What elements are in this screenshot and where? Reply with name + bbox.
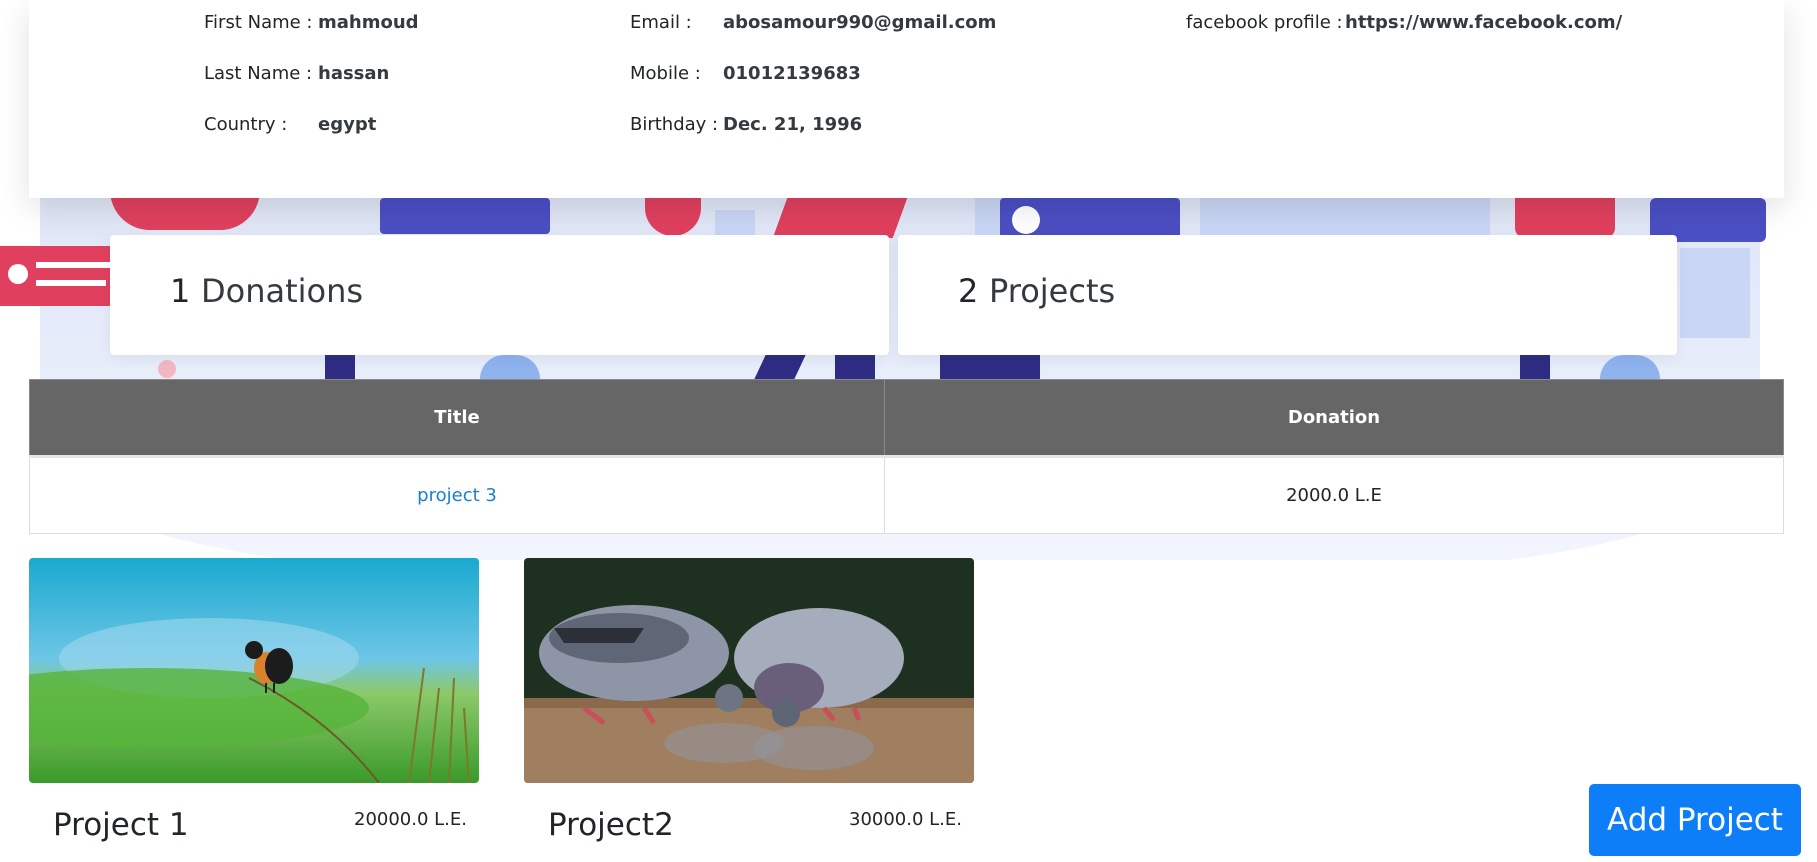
decor-person-shape — [1515, 198, 1615, 238]
mobile-label: Mobile : — [630, 63, 701, 84]
header-donation: Donation — [884, 379, 1784, 457]
donations-table: Title Donation project 3 2000.0 L.E — [29, 379, 1784, 534]
project-2-amount: 30000.0 L.E. — [849, 809, 963, 830]
decor-building — [1680, 248, 1750, 338]
projects-label: Projects — [989, 272, 1116, 310]
decor-leg — [325, 355, 355, 379]
project-link[interactable]: project 3 — [417, 485, 497, 506]
facebook-label: facebook profile : — [1186, 12, 1343, 33]
birthday-label: Birthday : — [630, 114, 719, 135]
header-title: Title — [29, 379, 885, 457]
first-name-label: First Name : — [204, 12, 313, 33]
email-label: Email : — [630, 12, 692, 33]
project-1-name[interactable]: Project 1 — [53, 804, 189, 846]
table-cell-title: project 3 — [29, 455, 885, 534]
projects-stat-card: 2 Projects — [898, 235, 1677, 355]
projects-count: 2 — [958, 272, 979, 310]
donations-label: Donations — [201, 272, 364, 310]
table-cell-donation: 2000.0 L.E — [884, 455, 1784, 534]
donations-stat-card: 1 Donations — [110, 235, 889, 355]
profile-card: First Name : mahmoud Last Name : hassan … — [29, 0, 1784, 198]
user-icon — [1012, 206, 1040, 234]
table-header-row: Title Donation — [29, 379, 1784, 457]
decor-line — [36, 280, 106, 286]
decor-leg — [835, 355, 875, 379]
decor-person-shape — [772, 198, 908, 238]
project-1-amount: 20000.0 L.E. — [354, 809, 468, 830]
mobile-value: 01012139683 — [723, 63, 861, 84]
decor-dot — [158, 360, 176, 378]
last-name-value: hassan — [318, 63, 390, 84]
project-image-pigeons[interactable] — [524, 558, 974, 783]
table-row: project 3 2000.0 L.E — [29, 455, 1784, 534]
decor-building — [1200, 198, 1490, 238]
decor-screen — [940, 355, 1040, 379]
email-value: abosamour990@gmail.com — [723, 12, 997, 33]
donations-count: 1 — [170, 272, 191, 310]
first-name-value: mahmoud — [318, 12, 419, 33]
last-name-label: Last Name : — [204, 63, 313, 84]
user-icon — [8, 264, 28, 284]
facebook-value: https://www.facebook.com/ — [1345, 12, 1623, 33]
country-label: Country : — [204, 114, 288, 135]
birthday-value: Dec. 21, 1996 — [723, 114, 863, 135]
project-2-name[interactable]: Project2 — [548, 804, 674, 846]
decor-chat-bubble — [380, 198, 550, 234]
country-value: egypt — [318, 114, 377, 135]
decor-leg — [1520, 355, 1550, 379]
add-project-button[interactable]: Add Project — [1589, 784, 1801, 856]
project-image-bird[interactable] — [29, 558, 479, 783]
